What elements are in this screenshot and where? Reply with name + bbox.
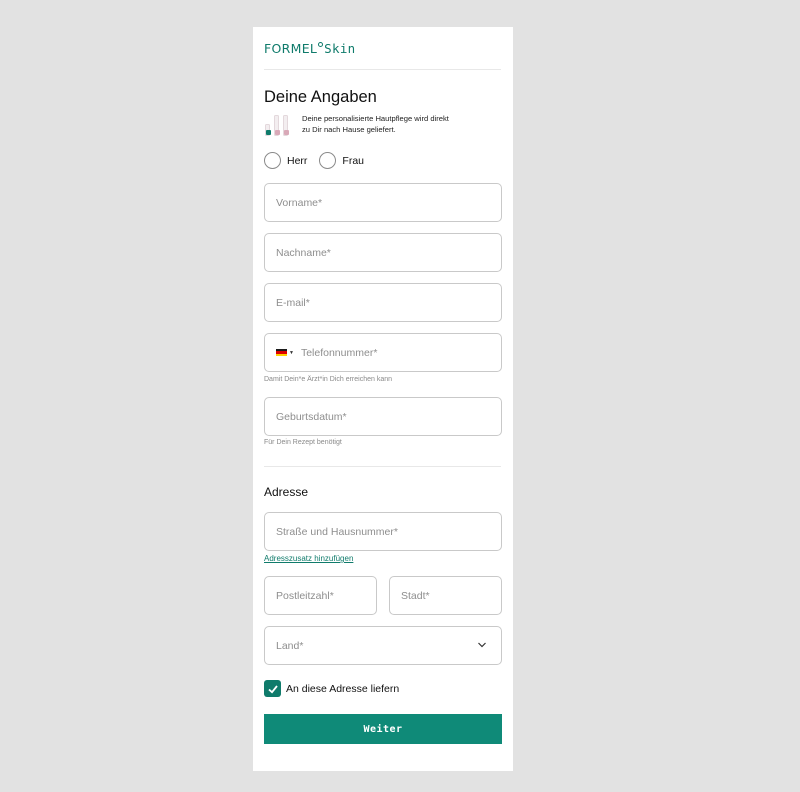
checkmark-icon: [267, 684, 278, 694]
continue-button[interactable]: Weiter: [264, 714, 502, 744]
section-divider: [264, 466, 501, 467]
add-address-extra-link[interactable]: Adresszusatz hinzufügen: [264, 554, 353, 563]
caret-down-icon[interactable]: ▼: [289, 350, 294, 356]
header-divider: [264, 69, 501, 70]
address-heading: Adresse: [264, 485, 309, 499]
germany-flag-icon[interactable]: [276, 349, 287, 356]
postal-code-field[interactable]: Postleitzahl*: [264, 576, 377, 615]
chevron-down-icon[interactable]: [477, 640, 487, 650]
logo-circle-icon: [318, 42, 324, 47]
checkout-form-card: FORMEL Skin Deine Angaben Deine personali…: [253, 27, 513, 771]
birthdate-field[interactable]: Geburtsdatum*: [264, 397, 502, 436]
deliver-here-checkbox[interactable]: [264, 680, 281, 697]
radio-frau-label[interactable]: Frau: [342, 155, 364, 167]
salutation-group: Herr Frau: [264, 152, 364, 169]
radio-herr-label[interactable]: Herr: [287, 155, 307, 167]
intro-text: Deine personalisierte Hautpflege wird di…: [302, 114, 449, 134]
phone-helper-text: Damit Dein*e Ärzt*in Dich erreichen kann: [264, 376, 392, 383]
page-title: Deine Angaben: [264, 88, 377, 106]
street-field[interactable]: Straße und Hausnummer*: [264, 512, 502, 551]
product-bottles-icon: [265, 114, 291, 136]
last-name-field[interactable]: Nachname*: [264, 233, 502, 272]
deliver-here-row: An diese Adresse liefern: [264, 680, 399, 697]
phone-field[interactable]: ▼ Telefonnummer*: [264, 333, 502, 372]
birthdate-helper-text: Für Dein Rezept benötigt: [264, 439, 342, 446]
email-field[interactable]: E-mail*: [264, 283, 502, 322]
brand-logo: FORMEL Skin: [264, 41, 356, 56]
city-field[interactable]: Stadt*: [389, 576, 502, 615]
country-select[interactable]: Land*: [264, 626, 502, 665]
radio-frau[interactable]: [319, 152, 337, 169]
radio-herr[interactable]: [264, 152, 281, 169]
deliver-here-label[interactable]: An diese Adresse liefern: [286, 683, 399, 695]
first-name-field[interactable]: Vorname*: [264, 183, 502, 222]
